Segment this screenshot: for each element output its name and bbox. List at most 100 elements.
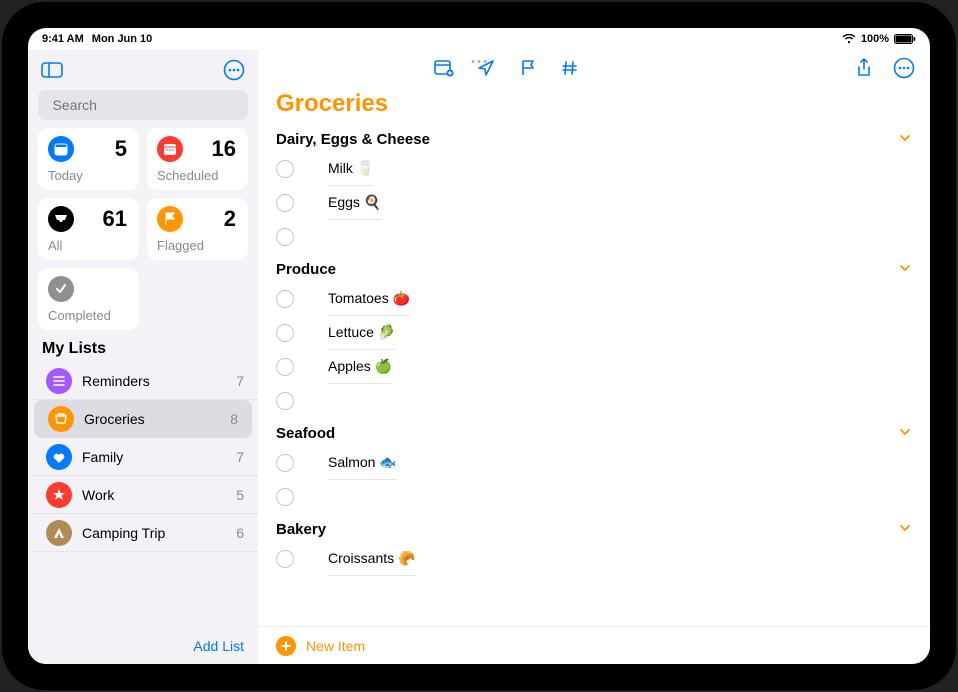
reminder-text: Milk 🥛 (328, 160, 374, 177)
share-icon (856, 58, 872, 78)
checkmark-icon (55, 283, 67, 295)
chevron-down-icon[interactable] (898, 130, 912, 148)
ellipsis-circle-icon (893, 57, 915, 79)
chevron-down-icon[interactable] (898, 520, 912, 538)
main-more-button[interactable] (890, 54, 918, 82)
search-input[interactable] (53, 97, 234, 113)
list-icon (46, 368, 72, 394)
reminder-item[interactable]: Eggs 🍳 (328, 186, 381, 220)
chevron-down-icon[interactable] (898, 260, 912, 278)
reminder-text: Tomatoes 🍅 (328, 290, 410, 307)
section-header[interactable]: Dairy, Eggs & Cheese (276, 124, 912, 152)
section-header[interactable]: Bakery (276, 514, 912, 542)
category-flagged[interactable]: 2 Flagged (147, 198, 248, 260)
list-count: 7 (236, 373, 244, 389)
list-count: 6 (236, 525, 244, 541)
reminder-row[interactable] (276, 384, 912, 418)
list-row[interactable]: Camping Trip6 (32, 514, 258, 552)
main-panel: Groceries Dairy, Eggs & Cheese Milk 🥛 Eggs… (258, 50, 930, 664)
reminder-row[interactable]: Salmon 🐟 (276, 446, 912, 480)
status-date: Mon Jun 10 (92, 33, 153, 45)
complete-circle[interactable] (276, 160, 294, 178)
reminder-item[interactable]: Tomatoes 🍅 (328, 282, 410, 316)
flag-button[interactable] (514, 54, 542, 82)
inbox-icon (54, 214, 68, 224)
calendar-badge-icon (434, 59, 454, 77)
add-list-button[interactable]: Add List (193, 638, 244, 654)
reminder-row[interactable]: Lettuce 🥬 (276, 316, 912, 350)
reminder-text: Apples 🍏 (328, 358, 392, 375)
category-flagged-count: 2 (224, 206, 236, 232)
complete-circle[interactable] (276, 392, 294, 410)
list-row[interactable]: Reminders 7 (32, 362, 258, 400)
complete-circle[interactable] (276, 324, 294, 342)
reminder-sections[interactable]: Dairy, Eggs & Cheese Milk 🥛 Eggs 🍳 Produce T… (258, 124, 930, 626)
complete-circle[interactable] (276, 454, 294, 472)
ipad-frame: 9:41 AM Mon Jun 10 100% (0, 0, 958, 692)
reminder-item[interactable]: Lettuce 🥬 (328, 316, 395, 350)
screen: 9:41 AM Mon Jun 10 100% (28, 28, 930, 664)
location-button[interactable] (472, 54, 500, 82)
complete-circle[interactable] (276, 358, 294, 376)
flag-outline-icon (520, 59, 536, 77)
category-today[interactable]: 5 Today (38, 128, 139, 190)
flag-icon (164, 212, 176, 226)
list-icon (46, 520, 72, 546)
category-all-label: All (48, 238, 62, 253)
complete-circle[interactable] (276, 488, 294, 506)
search-field[interactable] (38, 90, 248, 120)
list-label: Family (82, 449, 226, 465)
reminder-item[interactable]: Apples 🍏 (328, 350, 392, 384)
complete-circle[interactable] (276, 194, 294, 212)
reminder-item[interactable]: Croissants 🥐 (328, 542, 415, 576)
list-title: Groceries (258, 86, 930, 124)
hash-icon (561, 59, 579, 77)
section-title: Produce (276, 261, 336, 278)
list-count: 8 (230, 411, 238, 427)
tag-button[interactable] (556, 54, 584, 82)
search-icon (46, 98, 47, 112)
section-header[interactable]: Seafood (276, 418, 912, 446)
list-row[interactable]: Work5 (32, 476, 258, 514)
reminder-item[interactable]: Milk 🥛 (328, 152, 374, 186)
new-item-button[interactable] (276, 636, 296, 656)
list-row[interactable]: Groceries8 (34, 400, 252, 438)
complete-circle[interactable] (276, 290, 294, 308)
category-today-count: 5 (115, 136, 127, 162)
category-all[interactable]: 61 All (38, 198, 139, 260)
reminder-row[interactable]: Tomatoes 🍅 (276, 282, 912, 316)
reminder-row[interactable]: Milk 🥛 (276, 152, 912, 186)
reminder-item[interactable]: Salmon 🐟 (328, 446, 397, 480)
list-count: 7 (236, 449, 244, 465)
list-row[interactable]: Family 7 (32, 438, 258, 476)
mylists-header: My Lists (28, 330, 258, 362)
complete-circle[interactable] (276, 550, 294, 568)
section-header[interactable]: Produce (276, 254, 912, 282)
category-completed[interactable]: Completed (38, 268, 139, 330)
multitask-handle-icon[interactable] (472, 60, 487, 63)
list-label: Reminders (82, 373, 226, 389)
share-button[interactable] (850, 54, 878, 82)
reminder-row[interactable]: Apples 🍏 (276, 350, 912, 384)
calendar-today-icon (54, 142, 68, 156)
plus-icon (280, 640, 292, 652)
reminder-row[interactable] (276, 480, 912, 514)
status-time: 9:41 AM (42, 33, 84, 45)
reminder-row[interactable]: Croissants 🥐 (276, 542, 912, 576)
section-title: Dairy, Eggs & Cheese (276, 131, 430, 148)
section-title: Seafood (276, 425, 335, 442)
new-item-label[interactable]: New Item (306, 638, 365, 654)
calendar-badge-button[interactable] (430, 54, 458, 82)
sidebar-more-button[interactable] (220, 56, 248, 84)
toggle-sidebar-button[interactable] (38, 56, 66, 84)
reminder-row[interactable]: Eggs 🍳 (276, 186, 912, 220)
list-icon (46, 482, 72, 508)
reminder-text: Lettuce 🥬 (328, 324, 395, 341)
complete-circle[interactable] (276, 228, 294, 246)
category-completed-label: Completed (48, 308, 111, 323)
chevron-down-icon[interactable] (898, 424, 912, 442)
ellipsis-circle-icon (223, 59, 245, 81)
reminder-row[interactable] (276, 220, 912, 254)
calendar-icon (163, 142, 177, 156)
category-scheduled[interactable]: 16 Scheduled (147, 128, 248, 190)
